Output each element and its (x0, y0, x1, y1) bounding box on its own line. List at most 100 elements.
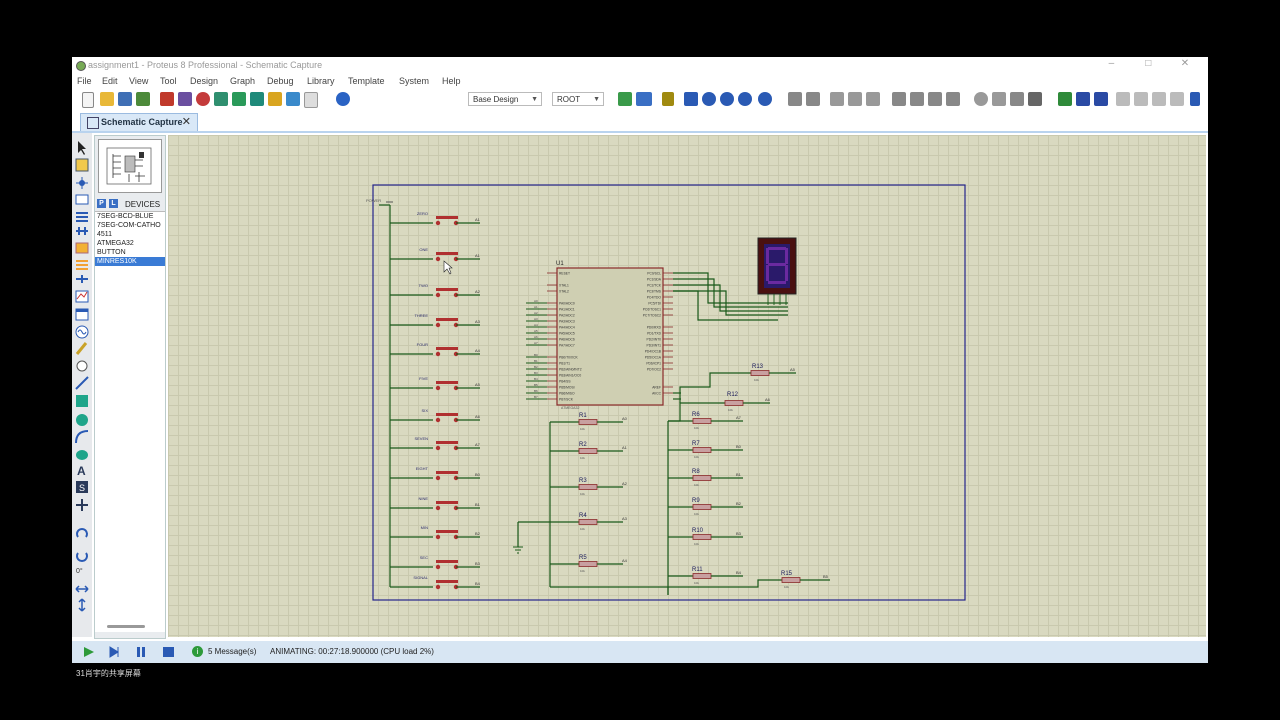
cut-icon[interactable] (830, 92, 844, 106)
device-item[interactable]: BUTTON (95, 248, 165, 257)
stop-icon[interactable] (163, 647, 174, 657)
push-button[interactable] (435, 530, 459, 540)
import-icon[interactable] (136, 92, 150, 106)
device-item[interactable]: ATMEGA32 (95, 239, 165, 248)
mirror-y-icon[interactable] (78, 598, 86, 612)
undo-icon[interactable] (788, 92, 802, 106)
redo-icon[interactable] (806, 92, 820, 106)
push-button[interactable] (435, 471, 459, 481)
edit-icon[interactable] (1190, 92, 1200, 106)
device-item[interactable]: 4511 (95, 230, 165, 239)
make-device-icon[interactable] (992, 92, 1006, 106)
exit-to-parent-icon[interactable] (1152, 92, 1166, 106)
resistor-r7[interactable] (692, 447, 712, 453)
device-item[interactable]: 7SEG-BCD-BLUE (95, 212, 165, 221)
push-button[interactable] (435, 318, 459, 328)
pick-device-icon[interactable] (974, 92, 988, 106)
menu-debug[interactable]: Debug (267, 76, 294, 86)
help-icon[interactable] (336, 92, 350, 106)
push-button[interactable] (435, 347, 459, 357)
resistor-r9[interactable] (692, 504, 712, 510)
push-button[interactable] (435, 413, 459, 423)
decompose-icon[interactable] (1028, 92, 1042, 106)
notes-icon[interactable] (304, 92, 318, 108)
close-window-button[interactable]: ✕ (1168, 58, 1202, 69)
gerber-icon[interactable] (232, 92, 246, 106)
new-file-icon[interactable] (82, 92, 94, 108)
rotate-anticlockwise-icon[interactable] (76, 552, 88, 562)
resistor-r11[interactable] (692, 573, 712, 579)
resistor-r15[interactable] (781, 577, 801, 583)
line-icon[interactable] (75, 376, 89, 390)
bom-icon[interactable] (268, 92, 282, 106)
menu-file[interactable]: File (77, 76, 92, 86)
menu-library[interactable]: Library (307, 76, 335, 86)
new-sheet-icon[interactable] (1116, 92, 1130, 106)
zoom-all-icon[interactable] (738, 92, 752, 106)
design-explorer-icon[interactable] (250, 92, 264, 106)
refresh-icon[interactable] (618, 92, 632, 106)
tab-schematic-capture[interactable]: Schematic Capture ✕ (80, 113, 198, 131)
selection-mode-icon[interactable] (78, 141, 86, 155)
push-button[interactable] (435, 441, 459, 451)
home-icon[interactable] (160, 92, 174, 106)
grid-toggle-icon[interactable] (636, 92, 652, 106)
step-icon[interactable] (109, 646, 119, 658)
pan-icon[interactable] (684, 92, 698, 106)
design-select[interactable]: Base Design ▼ (468, 92, 542, 106)
horizontal-scrollbar[interactable] (107, 625, 145, 628)
box-icon[interactable] (76, 395, 88, 407)
resistor-r1[interactable] (578, 419, 598, 425)
buses-icon[interactable] (76, 227, 88, 235)
menu-design[interactable]: Design (190, 76, 218, 86)
push-button[interactable] (435, 288, 459, 298)
generator-icon[interactable] (75, 325, 89, 339)
schematic-canvas[interactable]: POWER ZERO A1 ONE A1 TWO A2 THREE A3 FOUR A4 FIVE A5… (168, 135, 1206, 637)
pause-icon[interactable] (137, 647, 140, 657)
rotate-clockwise-icon[interactable] (76, 528, 88, 538)
marker-icon[interactable] (76, 499, 88, 511)
device-item-selected[interactable]: MINRES10K (95, 257, 165, 266)
push-button[interactable] (435, 381, 459, 391)
origin-icon[interactable] (662, 92, 674, 106)
menu-graph[interactable]: Graph (230, 76, 255, 86)
component-mode-icon[interactable] (75, 158, 89, 172)
resistor-r13[interactable] (750, 370, 770, 376)
menu-view[interactable]: View (129, 76, 148, 86)
tape-recorder-icon[interactable] (75, 308, 89, 321)
device-item[interactable]: 7SEG-COM-CATHO (95, 221, 165, 230)
resistor-r5[interactable] (578, 561, 598, 567)
resistor-r3[interactable] (578, 484, 598, 490)
pcb-icon[interactable] (196, 92, 210, 106)
paste-icon[interactable] (866, 92, 880, 106)
resistor-r12[interactable] (724, 400, 744, 406)
push-button[interactable] (435, 501, 459, 511)
block-copy-icon[interactable] (892, 92, 906, 106)
resistor-r2[interactable] (578, 448, 598, 454)
remove-sheet-icon[interactable] (1134, 92, 1148, 106)
resistor-r10[interactable] (692, 534, 712, 540)
resistor-r6[interactable] (692, 418, 712, 424)
wire-autorouter-icon[interactable] (1058, 92, 1072, 106)
menu-edit[interactable]: Edit (102, 76, 118, 86)
text-script-icon[interactable] (76, 212, 88, 222)
voltage-probe-icon[interactable] (75, 342, 88, 355)
junction-dot-icon[interactable] (76, 177, 88, 189)
zoom-in-icon[interactable] (702, 92, 716, 106)
root-select[interactable]: ROOT ▼ (552, 92, 604, 106)
path-icon[interactable] (76, 450, 88, 460)
menu-tool[interactable]: Tool (160, 76, 177, 86)
mirror-x-icon[interactable] (75, 585, 89, 593)
close-icon[interactable]: ✕ (182, 115, 191, 128)
circle-icon[interactable] (76, 414, 88, 426)
symbol-icon[interactable]: S (76, 481, 88, 493)
packaging-tool-icon[interactable] (1010, 92, 1024, 106)
device-pins-icon[interactable] (76, 275, 88, 283)
messages-count[interactable]: 5 Message(s) (208, 647, 256, 656)
schematic-icon[interactable] (178, 92, 192, 106)
push-button[interactable] (435, 580, 459, 590)
push-button[interactable] (435, 216, 459, 226)
block-move-icon[interactable] (910, 92, 924, 106)
push-button[interactable] (435, 560, 459, 570)
library-button[interactable]: L (109, 199, 118, 208)
